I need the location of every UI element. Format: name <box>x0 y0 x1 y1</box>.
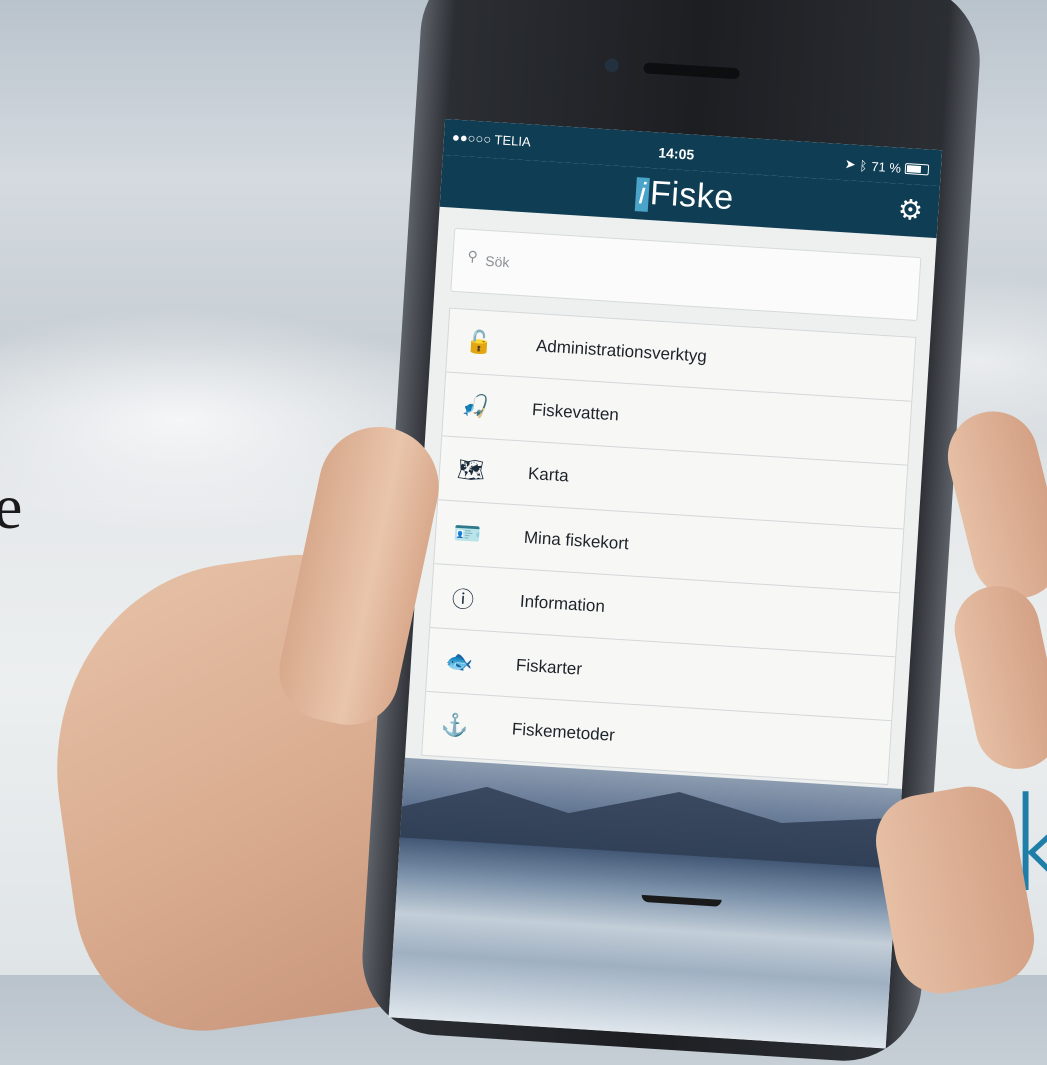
search-box[interactable]: ⚲ <box>450 227 922 322</box>
menu-item-label: Fiskevatten <box>531 399 620 424</box>
main-menu: 🔓 Administrationsverktyg 🎣 Fiskevatten 🗺… <box>421 307 917 786</box>
menu-item-label: Mina fiskekort <box>523 527 630 553</box>
app-title-text: Fiske <box>648 174 735 218</box>
card-icon: 🪪 <box>452 519 482 547</box>
location-icon: ➤ <box>844 156 857 172</box>
search-icon: ⚲ <box>467 247 479 265</box>
menu-item-label: Karta <box>527 463 570 485</box>
menu-item-label: Administrationsverktyg <box>535 335 708 366</box>
info-icon: ⓘ <box>451 585 475 613</box>
settings-button[interactable]: ⚙ <box>895 193 925 227</box>
fish-icon: 🐟 <box>444 647 474 675</box>
battery-icon <box>904 162 930 175</box>
phone-screen: ●●○○○ TELIA 14:05 ➤ ᛒ 71 % iFiske ⚙ ⚲ 🔓 <box>388 118 943 1049</box>
search-input[interactable] <box>482 242 908 306</box>
unlock-icon: 🔓 <box>464 328 494 355</box>
map-icon: 🗺 <box>456 455 486 483</box>
menu-item-label: Information <box>519 591 606 616</box>
app-title: iFiske <box>634 173 735 218</box>
menu-item-label: Fiskemetoder <box>511 718 616 745</box>
menu-item-label: Fiskarter <box>515 655 583 679</box>
fishing-water-icon: 🎣 <box>460 392 490 419</box>
background-partial-text: e <box>0 471 23 542</box>
carrier-label: ●●○○○ TELIA <box>451 129 532 150</box>
hook-icon: ⚓ <box>440 711 470 739</box>
gear-icon: ⚙ <box>896 193 924 227</box>
status-right-group: ➤ ᛒ 71 % <box>844 156 930 177</box>
app-logo-mark: i <box>634 177 651 212</box>
clock: 14:05 <box>657 144 695 163</box>
bluetooth-icon: ᛒ <box>859 157 868 174</box>
battery-percent: 71 % <box>870 158 902 176</box>
